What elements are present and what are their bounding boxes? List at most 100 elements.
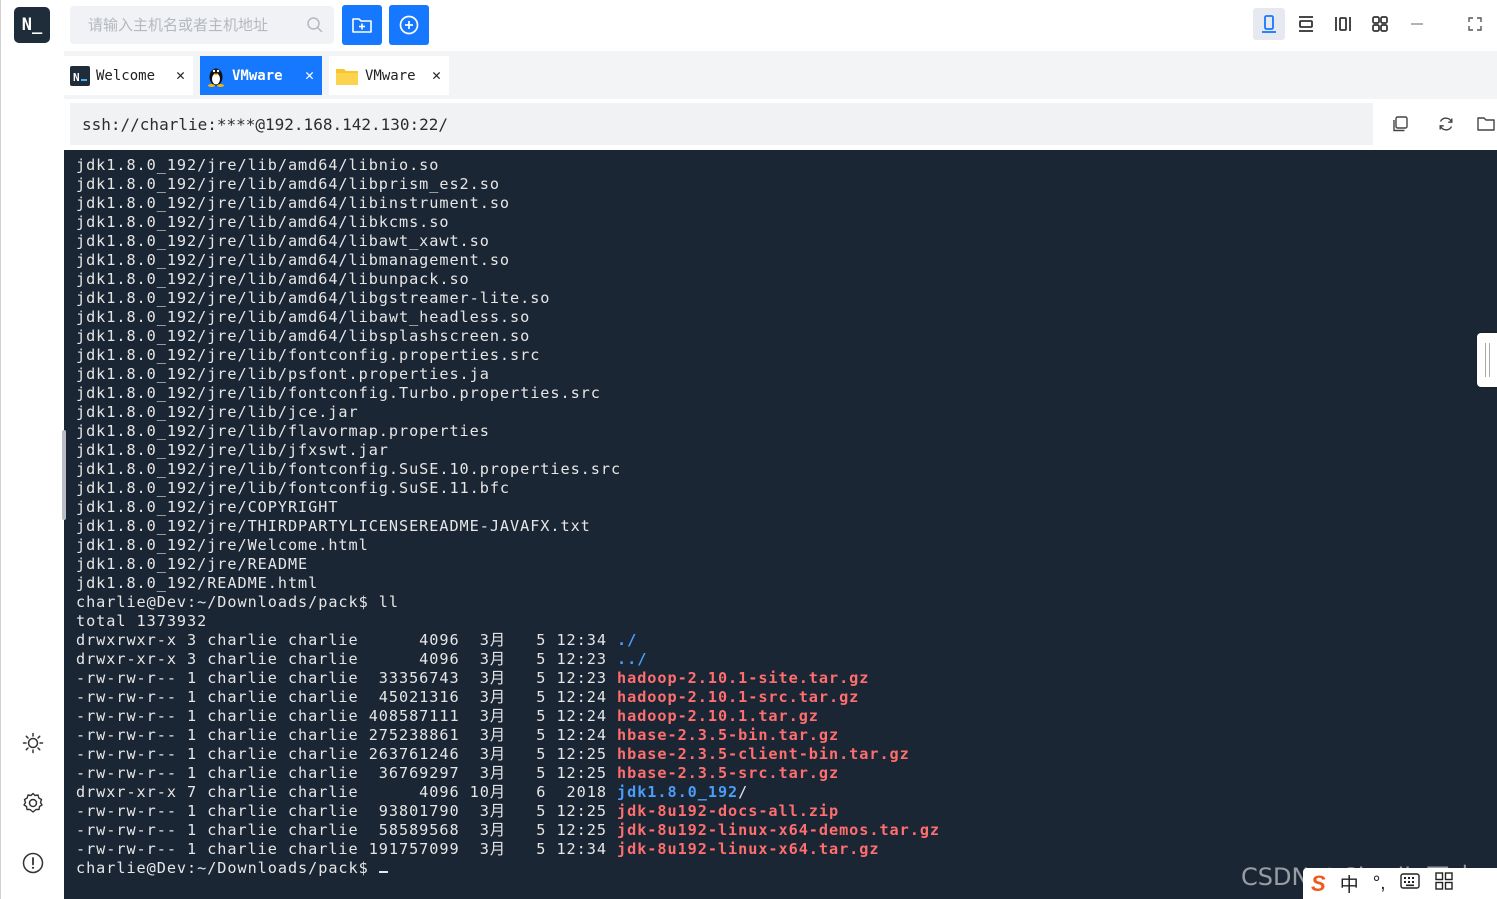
- linux-tux-icon: [206, 65, 226, 87]
- terminal-line: jdk1.8.0_192/jre/lib/amd64/libprism_es2.…: [76, 175, 500, 193]
- copy-icon[interactable]: [1388, 112, 1412, 136]
- listing-row: drwxr-xr-x 7 charlie charlie 4096 10月 6 …: [76, 783, 940, 802]
- listing-meta: -rw-rw-r-- 1 charlie charlie 408587111 3…: [76, 707, 618, 725]
- terminal-line: jdk1.8.0_192/jre/COPYRIGHT: [76, 498, 339, 516]
- app-logo-text: N_: [21, 15, 43, 35]
- listing-meta: -rw-rw-r-- 1 charlie charlie 36769297 3月…: [76, 764, 618, 782]
- folder-plus-icon: [352, 18, 372, 33]
- host-search-box[interactable]: [70, 6, 334, 44]
- connection-address: ssh://charlie:****@192.168.142.130:22/: [82, 114, 449, 134]
- folder-icon: [335, 66, 359, 86]
- info-alert-icon[interactable]: [18, 848, 48, 878]
- listing-filename: jdk-8u192-linux-x64.tar.gz: [617, 840, 880, 858]
- terminal-line: jdk1.8.0_192/jre/lib/amd64/libnio.so: [76, 156, 440, 174]
- tab-label: Welcome: [96, 67, 156, 84]
- tab-close-icon[interactable]: ✕: [176, 66, 185, 84]
- terminal-line: jdk1.8.0_192/jre/lib/amd64/libunpack.so: [76, 270, 470, 288]
- left-sidebar: N_: [1, 0, 64, 899]
- terminal-line: jdk1.8.0_192/jre/lib/fontconfig.Turbo.pr…: [76, 384, 601, 402]
- terminal-scrollbar-handle[interactable]: [1477, 333, 1497, 387]
- sidebar-resize-handle[interactable]: [62, 430, 66, 520]
- listing-filename: hbase-2.3.5-client-bin.tar.gz: [617, 745, 910, 763]
- listing-filename: jdk1.8.0_192: [617, 783, 739, 801]
- listing-meta: drwxr-xr-x 7 charlie charlie 4096 10月 6 …: [76, 783, 618, 801]
- listing-filename: hbase-2.3.5-bin.tar.gz: [617, 726, 840, 744]
- open-folder-icon[interactable]: [1477, 112, 1497, 136]
- terminal-prompt: charlie@Dev:~/Downloads/pack$: [76, 859, 379, 877]
- host-search-input[interactable]: [88, 16, 298, 34]
- search-icon[interactable]: [306, 16, 324, 39]
- terminal-line: jdk1.8.0_192/jre/lib/amd64/libawt_headle…: [76, 308, 531, 326]
- listing-meta: -rw-rw-r-- 1 charlie charlie 263761246 3…: [76, 745, 618, 763]
- app-window: N_ 请输入主机名或者主机地址 N Welcome ✕ VMware ✕ VMw…: [0, 0, 1497, 899]
- tab-label: VMware: [232, 67, 283, 84]
- ime-language[interactable]: 中: [1340, 870, 1359, 897]
- terminal-line: jdk1.8.0_192/jre/lib/flavormap.propertie…: [76, 422, 490, 440]
- ime-punctuation[interactable]: °,: [1373, 873, 1386, 895]
- tab-close-icon[interactable]: ✕: [305, 66, 314, 84]
- refresh-icon[interactable]: [1434, 112, 1458, 136]
- listing-filename: jdk-8u192-linux-x64-demos.tar.gz: [617, 821, 941, 839]
- terminal-line: jdk1.8.0_192/jre/lib/amd64/libkcms.so: [76, 213, 450, 231]
- ime-grid-icon[interactable]: [1434, 871, 1454, 897]
- connection-address-field[interactable]: ssh://charlie:****@192.168.142.130:22/: [70, 103, 1373, 145]
- new-folder-button[interactable]: [342, 5, 382, 45]
- terminal-line: jdk1.8.0_192/jre/lib/jce.jar: [76, 403, 359, 421]
- listing-row: -rw-rw-r-- 1 charlie charlie 191757099 3…: [76, 840, 940, 859]
- listing-row: -rw-rw-r-- 1 charlie charlie 45021316 3月…: [76, 688, 940, 707]
- tab-vmware-ssh[interactable]: VMware ✕: [200, 56, 322, 95]
- listing-row: -rw-rw-r-- 1 charlie charlie 33356743 3月…: [76, 669, 940, 688]
- maximize-icon[interactable]: [1459, 8, 1491, 40]
- terminal-line: jdk1.8.0_192/jre/lib/fontconfig.properti…: [76, 346, 541, 364]
- layout-horizontal-split-icon[interactable]: [1290, 8, 1322, 40]
- terminal-line: total 1373932: [76, 612, 208, 630]
- app-logo[interactable]: N_: [14, 7, 50, 43]
- session-tab-bar: N Welcome ✕ VMware ✕ VMware ✕: [64, 51, 1497, 99]
- keyboard-icon[interactable]: [1399, 872, 1420, 896]
- listing-row: -rw-rw-r-- 1 charlie charlie 58589568 3月…: [76, 821, 940, 840]
- listing-filename: hadoop-2.10.1-site.tar.gz: [617, 669, 870, 687]
- listing-filename: ./: [617, 631, 638, 649]
- tab-welcome[interactable]: N Welcome ✕: [64, 56, 193, 95]
- terminal-line: jdk1.8.0_192/README.html: [76, 574, 319, 592]
- terminal-line: jdk1.8.0_192/jre/lib/fontconfig.SuSE.10.…: [76, 460, 622, 478]
- listing-meta: -rw-rw-r-- 1 charlie charlie 45021316 3月…: [76, 688, 618, 706]
- tab-label: VMware: [365, 67, 416, 84]
- terminal-line: jdk1.8.0_192/jre/lib/amd64/libawt_xawt.s…: [76, 232, 490, 250]
- listing-meta: -rw-rw-r-- 1 charlie charlie 275238861 3…: [76, 726, 618, 744]
- terminal-line: jdk1.8.0_192/jre/lib/amd64/libinstrument…: [76, 194, 511, 212]
- listing-suffix: /: [738, 783, 749, 801]
- listing-row: drwxr-xr-x 3 charlie charlie 4096 3月 5 1…: [76, 650, 940, 669]
- ime-logo[interactable]: S: [1311, 871, 1326, 897]
- terminal-line: jdk1.8.0_192/jre/Welcome.html: [76, 536, 369, 554]
- terminal-prompt-line[interactable]: charlie@Dev:~/Downloads/pack$: [76, 859, 940, 878]
- new-connection-button[interactable]: [389, 5, 429, 45]
- theme-sun-icon[interactable]: [18, 728, 48, 758]
- plus-circle-icon: [399, 15, 419, 35]
- layout-single-icon[interactable]: [1253, 8, 1285, 40]
- terminal-line: jdk1.8.0_192/jre/lib/fontconfig.SuSE.11.…: [76, 479, 511, 497]
- terminal-line: jdk1.8.0_192/jre/lib/jfxswt.jar: [76, 441, 389, 459]
- ime-toolbar[interactable]: S 中 °,: [1303, 868, 1497, 899]
- tab-close-icon[interactable]: ✕: [432, 66, 441, 84]
- svg-text:N: N: [73, 71, 80, 84]
- listing-row: -rw-rw-r-- 1 charlie charlie 93801790 3月…: [76, 802, 940, 821]
- settings-gear-icon[interactable]: [18, 788, 48, 818]
- listing-meta: -rw-rw-r-- 1 charlie charlie 191757099 3…: [76, 840, 618, 858]
- listing-row: -rw-rw-r-- 1 charlie charlie 263761246 3…: [76, 745, 940, 764]
- app-logo-icon: N: [70, 65, 90, 86]
- listing-filename: hadoop-2.10.1-src.tar.gz: [617, 688, 860, 706]
- listing-row: drwxrwxr-x 3 charlie charlie 4096 3月 5 1…: [76, 631, 940, 650]
- tab-vmware-sftp[interactable]: VMware ✕: [329, 56, 449, 95]
- listing-filename: hbase-2.3.5-src.tar.gz: [617, 764, 840, 782]
- terminal-line: jdk1.8.0_192/jre/lib/amd64/libsplashscre…: [76, 327, 531, 345]
- minimize-icon[interactable]: [1401, 8, 1433, 40]
- layout-vertical-split-icon[interactable]: [1327, 8, 1359, 40]
- layout-grid-icon[interactable]: [1364, 8, 1396, 40]
- terminal-line: jdk1.8.0_192/jre/lib/psfont.properties.j…: [76, 365, 490, 383]
- listing-row: -rw-rw-r-- 1 charlie charlie 36769297 3月…: [76, 764, 940, 783]
- listing-meta: drwxr-xr-x 3 charlie charlie 4096 3月 5 1…: [76, 650, 618, 668]
- terminal-line: jdk1.8.0_192/jre/lib/amd64/libmanagement…: [76, 251, 511, 269]
- listing-filename: hadoop-2.10.1.tar.gz: [617, 707, 819, 725]
- terminal-pane[interactable]: jdk1.8.0_192/jre/lib/amd64/libnio.so jdk1…: [64, 150, 1497, 899]
